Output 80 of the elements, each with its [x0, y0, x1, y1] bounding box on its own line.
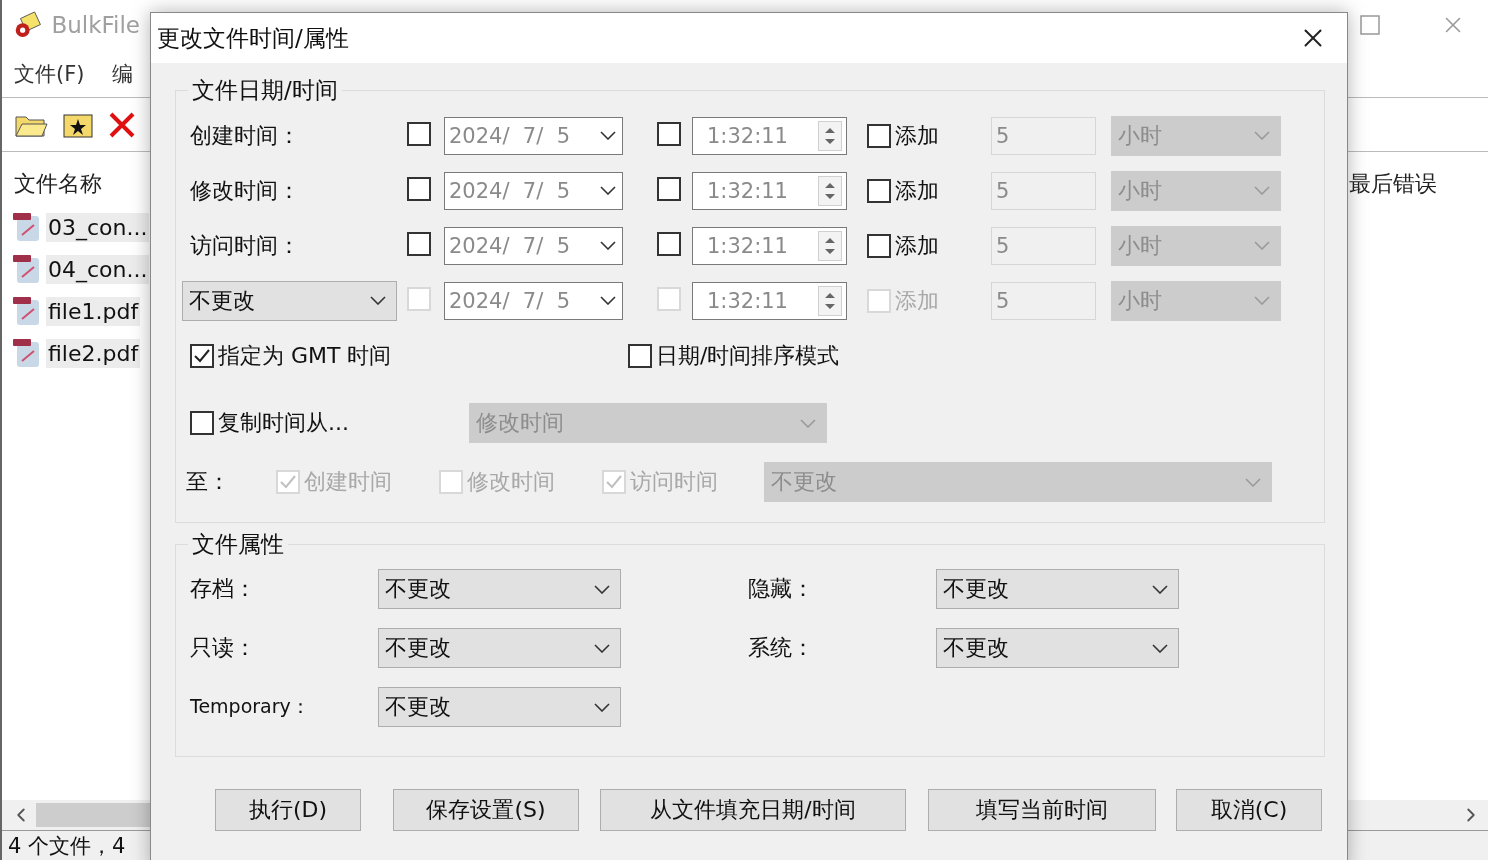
checkbox-label: 添加: [895, 231, 939, 260]
field-label: 隐藏：: [748, 575, 815, 603]
dropdown[interactable]: 不更改: [378, 687, 621, 727]
dropdown[interactable]: 不更改: [378, 569, 621, 609]
checkbox[interactable]: [867, 123, 891, 148]
checkbox-label: 添加: [895, 286, 939, 315]
chevron-down-icon: [594, 643, 610, 653]
delete-icon[interactable]: [108, 110, 136, 139]
checkbox-label: 复制时间从...: [218, 409, 349, 437]
pdf-file-icon: [12, 295, 42, 327]
chevron-down-icon: [1245, 477, 1261, 487]
pdf-file-icon: [12, 253, 42, 285]
chevron-down-icon: [800, 418, 816, 428]
dialog-title: 更改文件时间/属性: [157, 23, 349, 53]
dropdown[interactable]: 不更改: [936, 569, 1179, 609]
field-label: 存档：: [190, 575, 257, 603]
checkbox[interactable]: [407, 231, 431, 256]
column-header[interactable]: 最后错误: [1349, 169, 1437, 199]
field-label: 只读：: [190, 634, 257, 662]
checkbox-label: 添加: [895, 176, 939, 205]
field-label: 修改时间：: [190, 177, 300, 203]
field-label: 访问时间：: [190, 232, 300, 258]
file-name[interactable]: file2.pdf: [46, 338, 141, 368]
menu-item[interactable]: 文件(F): [14, 59, 85, 88]
dialog-button[interactable]: 取消(C): [1176, 789, 1322, 831]
checkbox[interactable]: [657, 231, 681, 256]
field-label: 至：: [186, 468, 231, 496]
chevron-down-icon: [370, 296, 386, 305]
dialog-button[interactable]: 从文件填充日期/时间: [600, 789, 906, 831]
checkbox[interactable]: [628, 344, 652, 368]
field-label: Temporary：: [190, 694, 311, 719]
checkbox-label: 日期/时间排序模式: [656, 342, 840, 370]
column-header[interactable]: 文件名称: [14, 169, 102, 199]
checkbox[interactable]: [867, 233, 891, 258]
pdf-file-icon: [12, 337, 42, 369]
checkbox[interactable]: [867, 178, 891, 203]
checkbox[interactable]: [407, 121, 431, 146]
checkbox[interactable]: [407, 176, 431, 201]
checkbox[interactable]: [657, 121, 681, 146]
checkbox-label: 指定为 GMT 时间: [218, 342, 392, 370]
chevron-down-icon: [1152, 643, 1168, 653]
chevron-down-icon: [1254, 241, 1270, 250]
field-label: 创建时间：: [190, 122, 300, 148]
chevron-down-icon: [600, 241, 616, 250]
chevron-down-icon: [594, 584, 610, 594]
checkbox-label: 访问时间: [630, 468, 718, 496]
chevron-down-icon: [1152, 584, 1168, 594]
spinner-arrows-icon: [818, 120, 842, 151]
checkbox[interactable]: [657, 176, 681, 201]
menu-item[interactable]: 编: [112, 59, 134, 88]
dialog-button[interactable]: 填写当前时间: [928, 789, 1156, 831]
dialog-button[interactable]: 保存设置(S): [393, 789, 579, 831]
chevron-down-icon: [1254, 131, 1270, 140]
app-title: BulkFile: [51, 12, 140, 38]
group-title: 文件属性: [191, 530, 285, 559]
file-name[interactable]: file1.pdf: [46, 296, 141, 326]
pdf-file-icon: [12, 211, 42, 243]
spinner-arrows-icon: [818, 285, 842, 316]
spinner-arrows-icon: [818, 175, 842, 206]
chevron-down-icon: [1254, 296, 1270, 305]
chevron-down-icon: [600, 296, 616, 305]
checkbox-label: 修改时间: [467, 468, 555, 496]
scrollbar[interactable]: [2, 800, 152, 830]
field-label: 系统：: [748, 634, 815, 662]
file-name[interactable]: 04_con...: [46, 254, 150, 284]
chevron-down-icon: [600, 131, 616, 140]
status-text: 4 个文件，4: [7, 832, 126, 860]
chevron-down-icon: [594, 702, 610, 712]
checkbox-label: 添加: [895, 121, 939, 150]
chevron-down-icon: [600, 186, 616, 195]
file-name[interactable]: 03_con...: [46, 212, 150, 242]
checkbox-label: 创建时间: [304, 468, 392, 496]
dropdown[interactable]: 不更改: [378, 628, 621, 668]
group-title: 文件日期/时间: [191, 76, 339, 105]
chevron-down-icon: [1254, 186, 1270, 195]
dropdown[interactable]: 不更改: [936, 628, 1179, 668]
dialog-button[interactable]: 执行(D): [215, 789, 361, 831]
spinner-arrows-icon: [818, 230, 842, 261]
scrollbar[interactable]: [1345, 800, 1488, 830]
checkbox[interactable]: [190, 344, 214, 368]
